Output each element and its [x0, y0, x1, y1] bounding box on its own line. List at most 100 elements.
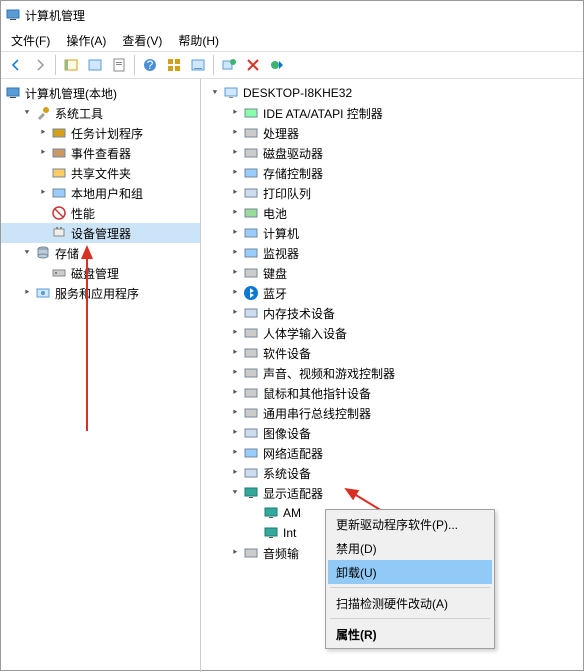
tree-item[interactable]: 设备管理器: [1, 223, 200, 243]
expander-icon[interactable]: ⯈: [37, 147, 49, 159]
tree-label: 鼠标和其他指针设备: [263, 385, 371, 402]
tree-label: 网络适配器: [263, 445, 323, 462]
expander-icon[interactable]: ⯈: [37, 187, 49, 199]
expander-icon[interactable]: ⯈: [229, 107, 241, 119]
expander-icon[interactable]: ⯈: [229, 187, 241, 199]
scan-hardware-icon[interactable]: [218, 54, 240, 76]
menu-action[interactable]: 操作(A): [60, 30, 112, 51]
expander-icon[interactable]: ⯆: [21, 247, 33, 259]
expander-icon[interactable]: ⯈: [229, 307, 241, 319]
ide-icon: [243, 105, 259, 121]
device-category[interactable]: ⯈ 鼠标和其他指针设备: [201, 383, 583, 403]
expander-icon[interactable]: ⯈: [229, 547, 241, 559]
device-category[interactable]: ⯈通用串行总线控制器: [201, 403, 583, 423]
context-uninstall[interactable]: 卸载(U): [328, 560, 492, 584]
tree-item[interactable]: ⯈本地用户和组: [1, 183, 200, 203]
tree-item[interactable]: ⯈事件查看器: [1, 143, 200, 163]
expander-icon[interactable]: ⯈: [37, 127, 49, 139]
expander-icon[interactable]: ⯈: [229, 407, 241, 419]
tree-label: 磁盘驱动器: [263, 145, 323, 162]
device-category[interactable]: ⯈ 网络适配器: [201, 443, 583, 463]
device-category[interactable]: ⯈声音、视频和游戏控制器: [201, 363, 583, 383]
left-tree-pane: 计算机管理(本地) ⯆ 系统工具 ⯈任务计划程序⯈事件查看器共享文件夹⯈本地用户…: [1, 79, 201, 672]
expander-icon[interactable]: ⯈: [229, 267, 241, 279]
export-icon[interactable]: [108, 54, 130, 76]
keyboard-icon: [243, 265, 259, 281]
menubar: 文件(F) 操作(A) 查看(V) 帮助(H): [1, 29, 583, 51]
uninstall-icon[interactable]: [242, 54, 264, 76]
context-properties[interactable]: 属性(R): [328, 622, 492, 646]
tree-item[interactable]: 性能: [1, 203, 200, 223]
expander-icon[interactable]: ⯈: [229, 247, 241, 259]
tree-item-disk-management[interactable]: 磁盘管理: [1, 263, 200, 283]
expander-icon[interactable]: ⯈: [229, 327, 241, 339]
menu-label: 更新驱动程序软件(P)...: [336, 516, 458, 533]
expander-icon[interactable]: ⯈: [229, 147, 241, 159]
device-category[interactable]: ⯈处理器: [201, 123, 583, 143]
device-category[interactable]: ⯈电池: [201, 203, 583, 223]
device-category[interactable]: ⯈人体学输入设备: [201, 323, 583, 343]
forward-icon[interactable]: [29, 54, 51, 76]
device-category[interactable]: ⯈ 磁盘驱动器: [201, 143, 583, 163]
tree-label: 存储: [55, 245, 79, 262]
device-category[interactable]: ⯈IDE ATA/ATAPI 控制器: [201, 103, 583, 123]
tree-label: 打印队列: [263, 185, 311, 202]
device-category[interactable]: ⯈键盘: [201, 263, 583, 283]
help-icon[interactable]: ?: [139, 54, 161, 76]
properties-icon[interactable]: [84, 54, 106, 76]
device-category[interactable]: ⯈存储控制器: [201, 163, 583, 183]
expander-icon[interactable]: ⯆: [229, 487, 241, 499]
device-category[interactable]: ⯈图像设备: [201, 423, 583, 443]
usb-icon: [243, 405, 259, 421]
enable-icon[interactable]: [266, 54, 288, 76]
context-update-driver[interactable]: 更新驱动程序软件(P)...: [328, 512, 492, 536]
expander-icon[interactable]: ⯈: [229, 287, 241, 299]
menu-sep: [330, 587, 490, 588]
expander-icon[interactable]: ⯆: [209, 87, 221, 99]
device-category[interactable]: ⯈软件设备: [201, 343, 583, 363]
device-category[interactable]: ⯆显示适配器: [201, 483, 583, 503]
menu-view[interactable]: 查看(V): [116, 30, 168, 51]
expander-icon[interactable]: ⯈: [229, 367, 241, 379]
expander-icon[interactable]: ⯆: [21, 107, 33, 119]
device-category[interactable]: ⯈ 蓝牙: [201, 283, 583, 303]
menu-label: 扫描检测硬件改动(A): [336, 595, 448, 612]
tree-label: AM: [283, 506, 301, 520]
menu-file[interactable]: 文件(F): [5, 30, 56, 51]
expander-icon[interactable]: ⯈: [229, 387, 241, 399]
context-disable[interactable]: 禁用(D): [328, 536, 492, 560]
tree-label: 蓝牙: [263, 285, 287, 302]
expander-icon[interactable]: ⯈: [229, 467, 241, 479]
device-category[interactable]: ⯈系统设备: [201, 463, 583, 483]
context-scan[interactable]: 扫描检测硬件改动(A): [328, 591, 492, 615]
device-category[interactable]: ⯈计算机: [201, 223, 583, 243]
device-category[interactable]: ⯈监视器: [201, 243, 583, 263]
sound-icon: [243, 365, 259, 381]
menu-help[interactable]: 帮助(H): [172, 30, 225, 51]
expander-icon[interactable]: ⯈: [229, 347, 241, 359]
view-large-icon[interactable]: [163, 54, 185, 76]
tree-group-services[interactable]: ⯈ 服务和应用程序: [1, 283, 200, 303]
expander-icon[interactable]: ⯈: [229, 127, 241, 139]
show-hide-tree-icon[interactable]: [60, 54, 82, 76]
back-icon[interactable]: [5, 54, 27, 76]
device-category[interactable]: ⯈ 打印队列: [201, 183, 583, 203]
view-small-icon[interactable]: [187, 54, 209, 76]
expander-icon[interactable]: ⯈: [21, 287, 33, 299]
tree-group-storage[interactable]: ⯆ 存储: [1, 243, 200, 263]
expander-icon[interactable]: ⯈: [229, 427, 241, 439]
expander-icon[interactable]: ⯈: [229, 227, 241, 239]
expander-icon[interactable]: ⯈: [229, 447, 241, 459]
display-icon: [263, 505, 279, 521]
perf-icon: [51, 205, 67, 221]
tree-group-system-tools[interactable]: ⯆ 系统工具: [1, 103, 200, 123]
expander-icon[interactable]: ⯈: [229, 207, 241, 219]
expander-icon[interactable]: ⯈: [229, 167, 241, 179]
tree-root[interactable]: 计算机管理(本地): [1, 83, 200, 103]
tree-item[interactable]: ⯈任务计划程序: [1, 123, 200, 143]
tree-label: 系统工具: [55, 105, 103, 122]
device-tree-root[interactable]: ⯆ DESKTOP-I8KHE32: [201, 83, 583, 103]
tree-item[interactable]: 共享文件夹: [1, 163, 200, 183]
expander-spacer: [37, 267, 49, 279]
device-category[interactable]: ⯈内存技术设备: [201, 303, 583, 323]
